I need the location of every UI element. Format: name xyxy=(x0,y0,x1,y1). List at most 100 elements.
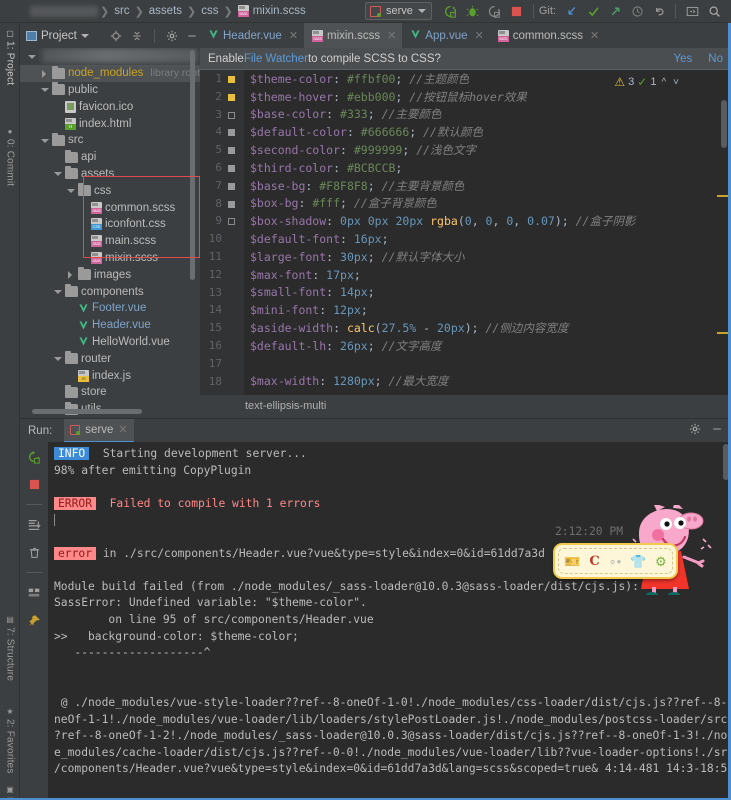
scroll-to-end-icon[interactable] xyxy=(25,516,43,534)
tree-item-router[interactable]: router xyxy=(20,350,200,367)
tree-item-iconfont-css[interactable]: iconfont.css xyxy=(20,216,200,233)
project-view-selector[interactable]: Project xyxy=(26,30,89,42)
tree-item-main-scss[interactable]: main.scss xyxy=(20,233,200,250)
tree-item-common-scss[interactable]: common.scss xyxy=(20,199,200,216)
code-line[interactable]: $box-bg: #fff; //盒子背景颜色 xyxy=(244,195,731,213)
gutter-color-marker[interactable] xyxy=(228,111,235,119)
tree-item-components[interactable]: components xyxy=(20,283,200,300)
tree-horizontal-scrollbar[interactable] xyxy=(32,409,142,414)
chevron-right-icon[interactable] xyxy=(40,69,49,78)
stop-icon[interactable] xyxy=(25,475,43,493)
git-commit-icon[interactable] xyxy=(582,1,604,21)
breadcrumb-item-assets[interactable]: assets xyxy=(146,5,185,17)
breadcrumb-item-src[interactable]: src xyxy=(111,5,132,17)
tool-window-tab-favorites[interactable]: ★ 2: Favorites xyxy=(0,707,20,774)
chevron-down-icon[interactable]: ˅ xyxy=(671,77,681,88)
close-icon[interactable]: ✕ xyxy=(118,423,127,436)
code-line[interactable] xyxy=(244,355,731,373)
code-line[interactable]: $mini-font: 12px; xyxy=(244,301,731,319)
tree-item-index-js[interactable]: index.js xyxy=(20,367,200,384)
rollback-icon[interactable] xyxy=(648,1,670,21)
gutter-color-marker[interactable] xyxy=(228,93,235,101)
hide-panel-icon[interactable] xyxy=(184,26,200,46)
collapse-all-icon[interactable] xyxy=(128,26,144,46)
code-line[interactable]: $second-color: #999999; //浅色文字 xyxy=(244,141,731,159)
chevron-down-icon[interactable] xyxy=(40,85,49,94)
history-icon[interactable] xyxy=(626,1,648,21)
code-line[interactable]: $large-font: 30px; //默认字体大小 xyxy=(244,248,731,266)
stop-icon[interactable] xyxy=(506,1,528,21)
git-update-icon[interactable] xyxy=(560,1,582,21)
code-line[interactable]: $aside-width: calc(27.5% - 20px); //侧边内容… xyxy=(244,319,731,337)
tool-window-tab-project[interactable]: ▢ 1: Project xyxy=(0,29,20,85)
code-line[interactable]: $default-lh: 26px; //文字高度 xyxy=(244,337,731,355)
tree-item-favicon-ico[interactable]: favicon.ico xyxy=(20,98,200,115)
project-tree[interactable]: node_modules library root public favicon.ic… xyxy=(20,48,200,416)
gutter-color-marker[interactable] xyxy=(228,218,235,226)
tree-vertical-scrollbar[interactable] xyxy=(190,50,195,280)
code-line[interactable]: $default-color: #666666; //默认颜色 xyxy=(244,123,731,141)
tree-item-header-vue[interactable]: Header.vue xyxy=(20,317,200,334)
tree-item-mixin-scss[interactable]: mixin.scss xyxy=(20,250,200,267)
git-push-icon[interactable] xyxy=(604,1,626,21)
trash-icon[interactable] xyxy=(25,543,43,561)
editor-gutter[interactable]: 1 2 3 4 5 6 7 8 9 10 11 12 13 14 15 16 17 18 xyxy=(200,70,244,395)
code-line[interactable]: $base-color: #333; //主要颜色 xyxy=(244,106,731,124)
editor-scrollbar[interactable] xyxy=(721,100,727,148)
breadcrumb-item-file[interactable]: mixin.scss xyxy=(235,5,309,17)
notification-no-button[interactable]: No xyxy=(708,53,723,65)
code-line[interactable]: $theme-hover: #ebb000; //按钮鼠标hover效果 xyxy=(244,88,731,106)
tree-item-api[interactable]: api xyxy=(20,149,200,166)
chevron-down-icon[interactable] xyxy=(40,136,49,145)
editor-tab-header-vue[interactable]: Header.vue ✕ xyxy=(200,23,304,48)
tool-window-tab-commit[interactable]: ● 0: Commit xyxy=(0,127,20,187)
gutter-color-marker[interactable] xyxy=(228,165,235,172)
tree-item-node-modules[interactable]: node_modules library root xyxy=(20,64,200,82)
gutter-color-marker[interactable] xyxy=(228,147,235,155)
chevron-down-icon[interactable] xyxy=(27,52,36,61)
tree-item-css[interactable]: css xyxy=(20,182,200,199)
editor-tab-app-vue[interactable]: App.vue ✕ xyxy=(402,23,489,48)
debug-icon[interactable] xyxy=(462,1,484,21)
gutter-color-marker[interactable] xyxy=(228,76,235,83)
run-tab-serve[interactable]: serve ✕ xyxy=(64,418,134,443)
chevron-up-icon[interactable]: ^ xyxy=(659,77,668,88)
run-configuration-selector[interactable]: serve xyxy=(364,2,432,20)
tree-item-assets[interactable]: assets xyxy=(20,166,200,183)
minimize-icon[interactable] xyxy=(711,423,723,438)
soft-wrap-icon[interactable] xyxy=(25,584,43,602)
chevron-down-icon[interactable] xyxy=(53,287,62,296)
chevron-down-icon[interactable] xyxy=(53,354,62,363)
chevron-down-icon[interactable] xyxy=(66,186,75,195)
rerun-icon[interactable] xyxy=(25,448,43,466)
tree-item-footer-vue[interactable]: Footer.vue xyxy=(20,300,200,317)
tree-item-images[interactable]: images xyxy=(20,266,200,283)
run-icon[interactable] xyxy=(440,1,462,21)
run-console[interactable]: INFO Starting development server... 98% a… xyxy=(48,442,731,800)
code-line[interactable]: $third-color: #BCBCCB; xyxy=(244,159,731,177)
code-line[interactable]: $box-shadow: 0px 0px 20px rgba(0, 0, 0, … xyxy=(244,212,731,230)
code-line[interactable]: $max-font: 17px; xyxy=(244,266,731,284)
gear-icon[interactable] xyxy=(163,26,179,46)
inspection-widget[interactable]: ⚠ 3 ✓ 1 ^ ˅ xyxy=(614,75,681,89)
tool-window-tab-structure[interactable]: ▤ 7: Structure xyxy=(0,615,20,681)
chevron-right-icon[interactable] xyxy=(66,270,75,280)
code-line[interactable]: $base-bg: #F8F8F8; //主要背景颜色 xyxy=(244,177,731,195)
editor-tab-common-scss[interactable]: common.scss ✕ xyxy=(490,23,606,48)
tree-item-src[interactable]: src xyxy=(20,132,200,149)
code-line[interactable]: $max-width: 1280px; //最大宽度 xyxy=(244,373,731,391)
gear-icon[interactable] xyxy=(689,423,701,438)
chevron-down-icon[interactable] xyxy=(53,169,62,178)
file-watcher-link[interactable]: File Watcher xyxy=(244,53,308,65)
tree-item-helloworld-vue[interactable]: HelloWorld.vue xyxy=(20,334,200,351)
close-icon[interactable]: ✕ xyxy=(289,29,298,42)
run-with-coverage-icon[interactable] xyxy=(484,1,506,21)
gutter-color-marker[interactable] xyxy=(228,200,235,208)
breadcrumb-item-css[interactable]: css xyxy=(198,5,221,17)
locate-icon[interactable] xyxy=(108,26,124,46)
search-icon[interactable] xyxy=(703,1,725,21)
close-icon[interactable]: ✕ xyxy=(475,29,484,42)
tree-item-store[interactable]: store xyxy=(20,384,200,401)
code-line[interactable]: $small-font: 14px; xyxy=(244,284,731,302)
notification-yes-button[interactable]: Yes xyxy=(674,53,693,65)
